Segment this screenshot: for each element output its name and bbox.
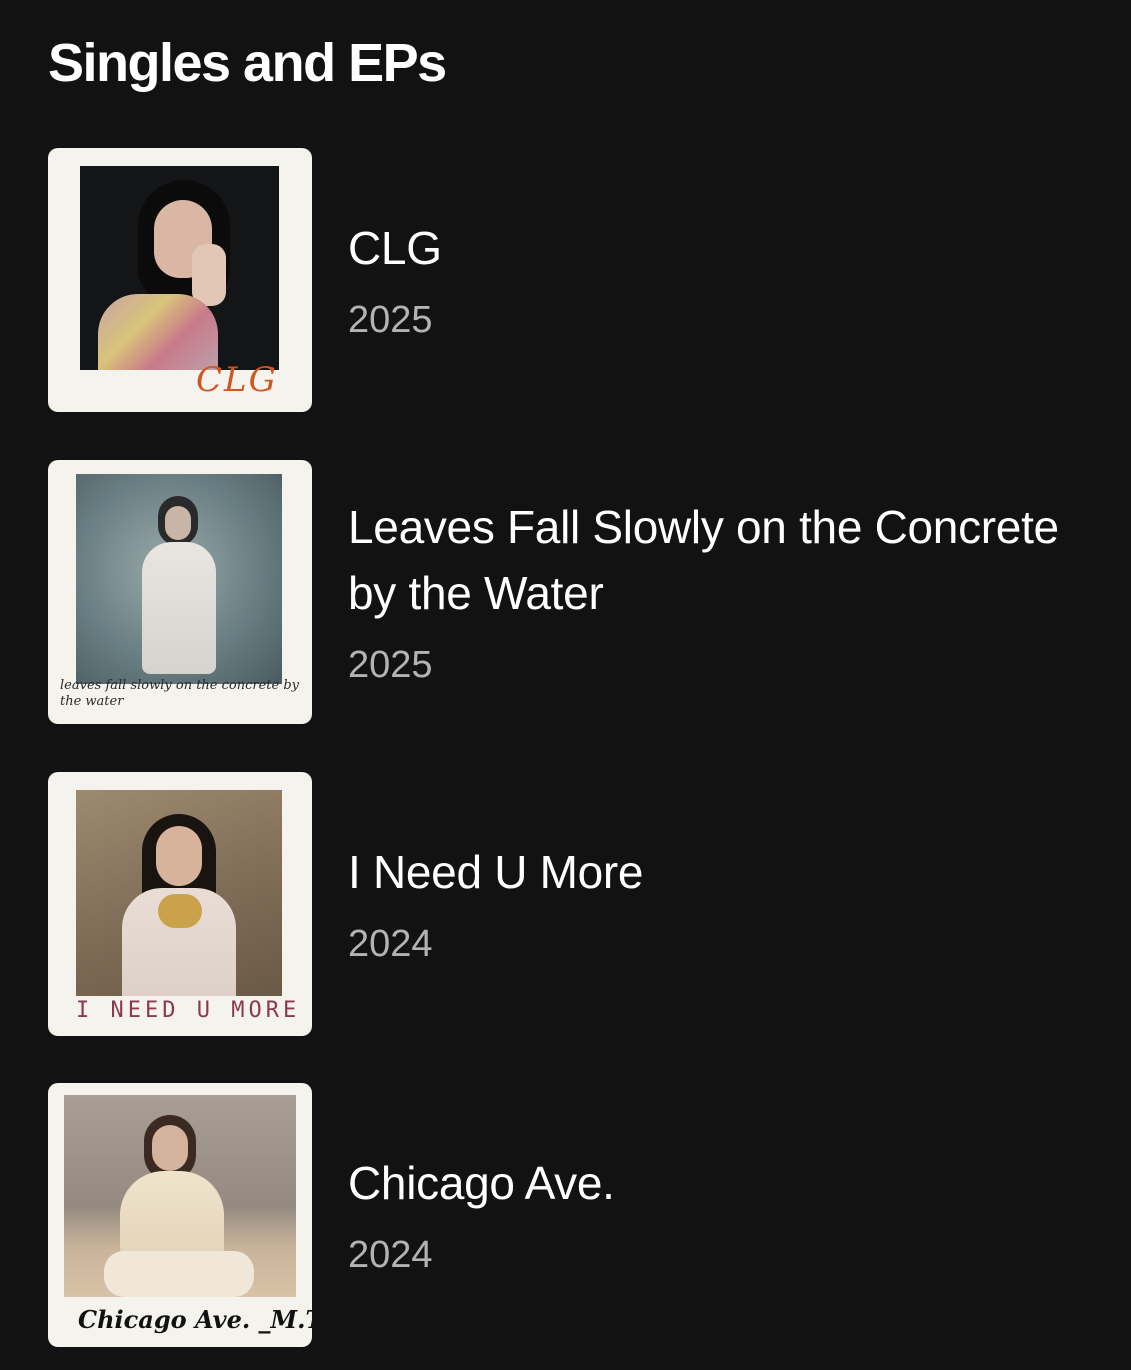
cover-photo [64, 1095, 296, 1297]
section-title: Singles and EPs [48, 33, 447, 93]
release-item-i-need-u-more[interactable]: I NEED U MORE I Need U More 2024 [48, 772, 1108, 1036]
release-cover-chicago-ave[interactable]: Chicago Ave. _M.T. [48, 1083, 312, 1347]
release-item-chicago-ave[interactable]: Chicago Ave. _M.T. Chicago Ave. 2024 [48, 1083, 1108, 1347]
release-title[interactable]: Chicago Ave. [348, 1150, 1108, 1216]
release-info: I Need U More 2024 [348, 772, 1108, 1036]
release-title[interactable]: Leaves Fall Slowly on the Concrete by th… [348, 494, 1108, 626]
cover-photo [76, 790, 282, 996]
release-title[interactable]: CLG [348, 215, 1108, 281]
release-year: 2025 [348, 299, 433, 341]
cover-caption: I NEED U MORE [76, 998, 301, 1023]
release-year: 2024 [348, 923, 433, 965]
release-cover-leaves-fall-slowly[interactable]: leaves fall slowly on the concrete by th… [48, 460, 312, 724]
release-cover-clg[interactable]: CLG [48, 148, 312, 412]
cover-photo [80, 166, 279, 370]
cover-caption: CLG [196, 360, 278, 400]
release-title[interactable]: I Need U More [348, 839, 1108, 905]
release-info: Leaves Fall Slowly on the Concrete by th… [348, 460, 1108, 724]
release-info: Chicago Ave. 2024 [348, 1083, 1108, 1347]
release-item-clg[interactable]: CLG CLG 2025 [48, 148, 1108, 412]
release-year: 2025 [348, 644, 433, 686]
release-item-leaves-fall-slowly[interactable]: leaves fall slowly on the concrete by th… [48, 460, 1108, 724]
release-year: 2024 [348, 1234, 433, 1276]
cover-caption: Chicago Ave. _M.T. [78, 1305, 312, 1334]
cover-photo [76, 474, 282, 684]
release-info: CLG 2025 [348, 148, 1108, 412]
release-cover-i-need-u-more[interactable]: I NEED U MORE [48, 772, 312, 1036]
cover-caption: leaves fall slowly on the concrete by th… [60, 678, 300, 709]
